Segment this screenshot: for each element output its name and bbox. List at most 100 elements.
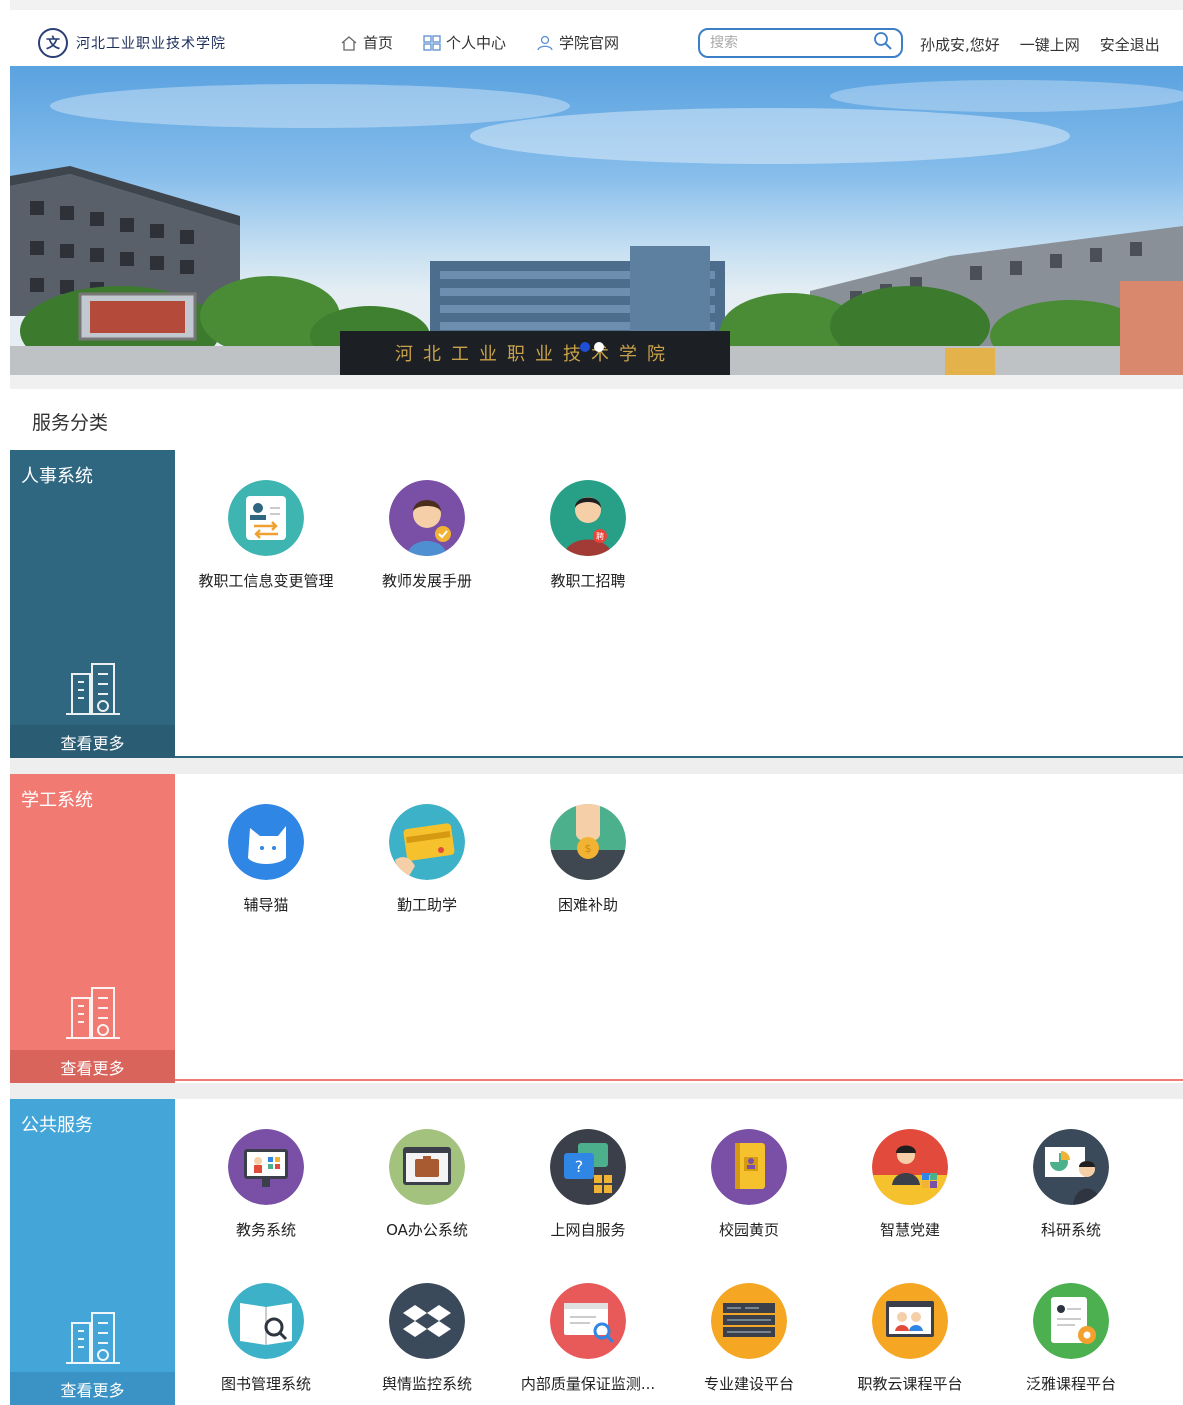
app-label: 上网自服务 xyxy=(550,1221,626,1239)
buildings-icon xyxy=(62,654,124,722)
app-campus-yellow-pages[interactable]: 校园黄页 xyxy=(669,1129,829,1240)
view-more-button[interactable]: 查看更多 xyxy=(10,1050,175,1083)
help-chat-icon: ? xyxy=(550,1129,626,1205)
user-greeting: 孙成安,您好 xyxy=(920,36,1000,54)
app-label: 内部质量保证监测... xyxy=(520,1375,656,1393)
app-label: 教务系统 xyxy=(235,1221,296,1239)
app-staff-recruitment[interactable]: 聘 教职工招聘 xyxy=(508,480,668,591)
app-label: 专业建设平台 xyxy=(703,1375,794,1393)
nav-home[interactable]: 首页 xyxy=(340,32,393,53)
cloud-class-icon xyxy=(872,1283,948,1359)
campus-banner: 河北工业职业技术学院 xyxy=(10,66,1183,375)
section-separator xyxy=(10,1083,1183,1099)
buildings-icon xyxy=(62,978,124,1046)
app-label: 教职工招聘 xyxy=(550,572,626,590)
app-label: 科研系统 xyxy=(1040,1221,1101,1239)
app-academic-affairs[interactable]: 教务系统 xyxy=(186,1129,346,1240)
app-label: 舆情监控系统 xyxy=(381,1375,472,1393)
app-staff-info-change[interactable]: 教职工信息变更管理 xyxy=(186,480,346,591)
app-fanya-course[interactable]: 泛雅课程平台 xyxy=(991,1283,1151,1394)
party-icon xyxy=(872,1129,948,1205)
coin-hand-icon: $ xyxy=(550,804,626,880)
app-label: 泛雅课程平台 xyxy=(1025,1375,1116,1393)
app-label: 困难补助 xyxy=(557,896,618,914)
research-chart-icon xyxy=(1033,1129,1109,1205)
panel-title: 学工系统 xyxy=(21,790,93,811)
app-work-study[interactable]: 勤工助学 xyxy=(347,804,507,915)
app-label: 职教云课程平台 xyxy=(857,1375,963,1393)
school-seal-icon: 文 xyxy=(38,28,68,58)
panel-student-affairs: 学工系统 查看更多 辅导猫 勤工助学 $ 困难补助 xyxy=(10,774,1183,1083)
briefcase-icon xyxy=(389,1129,465,1205)
search-box xyxy=(698,28,903,58)
one-click-internet-link[interactable]: 一键上网 xyxy=(1020,34,1080,55)
app-library-management[interactable]: 图书管理系统 xyxy=(186,1283,346,1394)
nav-personal-center-label: 个人中心 xyxy=(446,34,507,52)
search-input[interactable] xyxy=(710,35,873,51)
profile-change-icon xyxy=(228,480,304,556)
home-icon xyxy=(340,35,358,51)
svg-text:?: ? xyxy=(575,1157,584,1176)
app-hardship-subsidy[interactable]: $ 困难补助 xyxy=(508,804,668,915)
nav-home-label: 首页 xyxy=(363,34,394,52)
school-name: 河北工业职业技术学院 xyxy=(76,36,226,52)
teacher-badge-icon xyxy=(389,480,465,556)
panel-title: 人事系统 xyxy=(21,466,93,487)
panel-title: 公共服务 xyxy=(21,1115,93,1136)
app-label: 校园黄页 xyxy=(718,1221,779,1239)
user-links: 孙成安,您好 一键上网 安全退出 xyxy=(920,34,1180,55)
app-label: OA办公系统 xyxy=(386,1221,468,1239)
app-label: 教师发展手册 xyxy=(381,572,472,590)
app-quality-monitoring[interactable]: 内部质量保证监测... xyxy=(508,1283,668,1394)
view-more-button[interactable]: 查看更多 xyxy=(10,1372,175,1405)
app-label: 勤工助学 xyxy=(396,896,457,914)
app-label: 智慧党建 xyxy=(879,1221,940,1239)
quality-monitor-icon xyxy=(550,1283,626,1359)
recruit-icon: 聘 xyxy=(550,480,626,556)
server-rack-icon xyxy=(711,1283,787,1359)
app-label: 辅导猫 xyxy=(243,896,289,914)
carousel-dots xyxy=(580,342,608,352)
search-icon[interactable] xyxy=(873,31,893,55)
app-public-opinion-monitor[interactable]: 舆情监控系统 xyxy=(347,1283,507,1394)
panel-sidebar: 学工系统 查看更多 xyxy=(10,774,175,1083)
school-logo[interactable]: 文 河北工业职业技术学院 xyxy=(38,28,226,58)
app-label: 教职工信息变更管理 xyxy=(198,572,334,590)
nav-personal-center[interactable]: 个人中心 xyxy=(423,32,506,53)
cat-icon xyxy=(228,804,304,880)
panel-sidebar: 公共服务 查看更多 xyxy=(10,1099,175,1405)
app-major-construction[interactable]: 专业建设平台 xyxy=(669,1283,829,1394)
panel-public-services: 公共服务 查看更多 教务系统 OA办公系统 ? 上网自服务 校园黄页 智慧党建 xyxy=(10,1099,1183,1405)
gate-inscription: 河北工业职业技术学院 xyxy=(395,344,675,365)
top-header: 文 河北工业职业技术学院 首页 个人中心 学院官网 孙成安,您好 xyxy=(10,0,1183,66)
app-zhijiao-cloud[interactable]: 职教云课程平台 xyxy=(830,1283,990,1394)
buildings-icon xyxy=(62,1303,124,1371)
panel-hr-system: 人事系统 查看更多 教职工信息变更管理 教师发展手册 聘 教职工招聘 xyxy=(10,450,1183,758)
dropbox-icon xyxy=(389,1283,465,1359)
book-search-icon xyxy=(228,1283,304,1359)
logout-link[interactable]: 安全退出 xyxy=(1100,34,1160,55)
main-nav: 首页 个人中心 学院官网 xyxy=(340,32,649,53)
course-gear-icon xyxy=(1033,1283,1109,1359)
banner-bottom-strip xyxy=(10,375,1183,389)
app-smart-party-building[interactable]: 智慧党建 xyxy=(830,1129,990,1240)
app-fudaomao[interactable]: 辅导猫 xyxy=(186,804,346,915)
section-separator xyxy=(10,758,1183,774)
nav-college-site-label: 学院官网 xyxy=(559,34,620,52)
app-oa-office[interactable]: OA办公系统 xyxy=(347,1129,507,1240)
carousel-dot[interactable] xyxy=(580,342,590,352)
yellow-book-icon xyxy=(711,1129,787,1205)
app-research-system[interactable]: 科研系统 xyxy=(991,1129,1151,1240)
person-icon xyxy=(536,35,554,51)
panel-sidebar: 人事系统 查看更多 xyxy=(10,450,175,758)
card-icon xyxy=(389,804,465,880)
campus-photo: 河北工业职业技术学院 xyxy=(10,80,1183,375)
view-more-button[interactable]: 查看更多 xyxy=(10,725,175,758)
nav-college-site[interactable]: 学院官网 xyxy=(536,32,619,53)
app-teacher-development[interactable]: 教师发展手册 xyxy=(347,480,507,591)
app-internet-self-service[interactable]: ? 上网自服务 xyxy=(508,1129,668,1240)
teaching-screen-icon xyxy=(228,1129,304,1205)
app-label: 图书管理系统 xyxy=(220,1375,311,1393)
carousel-dot[interactable] xyxy=(594,342,604,352)
svg-text:聘: 聘 xyxy=(596,531,604,541)
